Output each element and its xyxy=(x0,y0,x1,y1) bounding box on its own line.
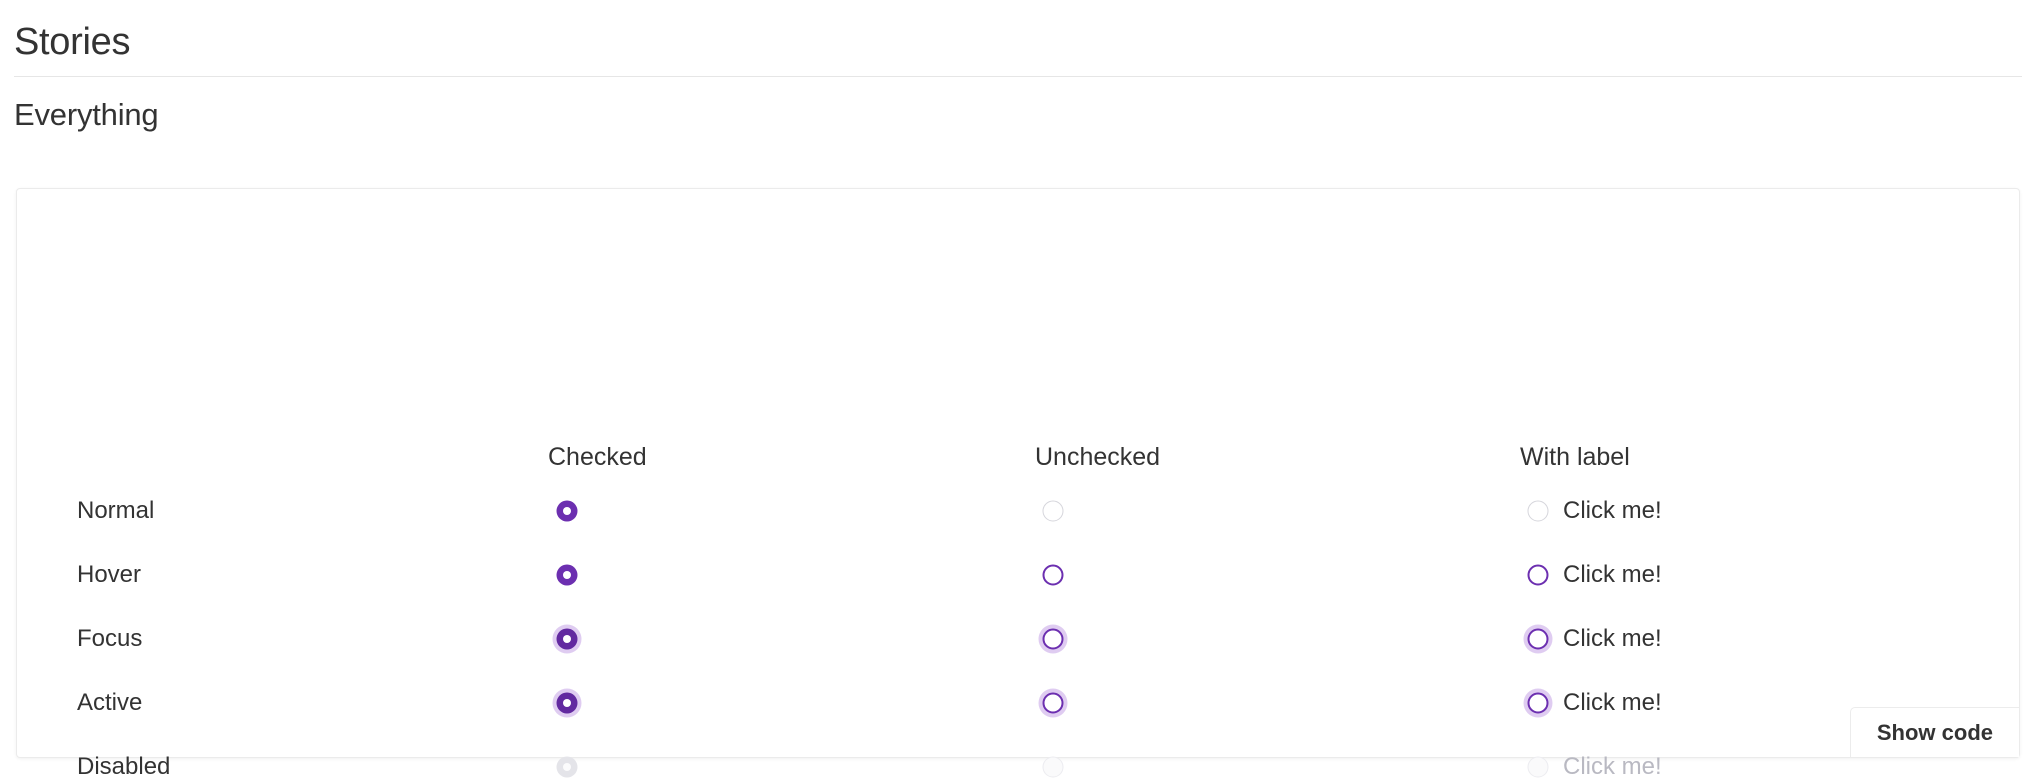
cell-focus-checked[interactable] xyxy=(552,619,582,659)
cell-active-checked[interactable] xyxy=(552,683,582,723)
column-header-checked: Checked xyxy=(548,443,647,471)
cell-normal-with-label[interactable]: Click me! xyxy=(1526,491,1662,531)
stories-page: Stories Everything Checked Unchecked Wit… xyxy=(0,0,2036,780)
radio-state-matrix: Checked Unchecked With label Normal Clic… xyxy=(17,189,2019,780)
radio-normal-checked[interactable] xyxy=(555,499,579,523)
radio-focus-checked[interactable] xyxy=(552,624,582,654)
row-label-hover: Hover xyxy=(77,561,142,588)
cell-hover-unchecked[interactable] xyxy=(1041,555,1065,595)
cell-hover-with-label[interactable]: Click me! xyxy=(1526,555,1662,595)
radio-ring xyxy=(1042,628,1064,650)
title-divider xyxy=(14,76,2022,77)
radio-dot xyxy=(563,635,571,643)
radio-ring xyxy=(1042,564,1064,586)
radio-ring xyxy=(1527,692,1549,714)
radio-dot xyxy=(563,699,571,707)
row-label-active: Active xyxy=(77,689,143,716)
row-label-disabled: Disabled xyxy=(77,753,171,780)
radio-focus-unchecked[interactable] xyxy=(1038,624,1068,654)
section-title: Everything xyxy=(14,97,159,132)
radio-hover-unchecked[interactable] xyxy=(1041,563,1065,587)
radio-disabled-unchecked xyxy=(1041,755,1065,779)
radio-normal-unchecked[interactable] xyxy=(1041,499,1065,523)
cell-active-unchecked[interactable] xyxy=(1038,683,1068,723)
cell-hover-checked[interactable] xyxy=(555,555,579,595)
radio-hover-with-label[interactable] xyxy=(1526,563,1550,587)
radio-hover-checked[interactable] xyxy=(555,563,579,587)
column-header-unchecked: Unchecked xyxy=(1035,443,1161,471)
radio-label-hover: Click me! xyxy=(1563,561,1662,588)
radio-ring xyxy=(1527,500,1549,522)
radio-ring xyxy=(1527,756,1549,778)
row-label-normal: Normal xyxy=(77,497,155,524)
radio-dot xyxy=(563,571,571,579)
row-label-focus: Focus xyxy=(77,625,143,652)
cell-focus-unchecked[interactable] xyxy=(1038,619,1068,659)
column-header-with-label: With label xyxy=(1520,443,1630,471)
cell-disabled-checked xyxy=(555,747,579,780)
cell-normal-unchecked[interactable] xyxy=(1041,491,1065,531)
cell-focus-with-label[interactable]: Click me! xyxy=(1523,619,1662,659)
cell-active-with-label[interactable]: Click me! xyxy=(1523,683,1662,723)
story-preview-card: Checked Unchecked With label Normal Clic… xyxy=(16,188,2020,780)
radio-label-focus: Click me! xyxy=(1563,625,1662,652)
page-title: Stories xyxy=(14,21,131,63)
radio-label-active: Click me! xyxy=(1563,689,1662,716)
radio-active-with-label[interactable] xyxy=(1523,688,1553,718)
cell-normal-checked[interactable] xyxy=(555,491,579,531)
radio-active-unchecked[interactable] xyxy=(1038,688,1068,718)
cell-disabled-with-label: Click me! xyxy=(1526,747,1662,780)
radio-active-checked[interactable] xyxy=(552,688,582,718)
radio-ring xyxy=(1042,756,1064,778)
radio-label-disabled: Click me! xyxy=(1563,753,1662,780)
radio-dot xyxy=(563,507,571,515)
radio-dot xyxy=(563,763,571,771)
radio-ring xyxy=(1527,628,1549,650)
radio-ring xyxy=(1042,692,1064,714)
radio-ring xyxy=(1527,564,1549,586)
radio-normal-with-label[interactable] xyxy=(1526,499,1550,523)
radio-focus-with-label[interactable] xyxy=(1523,624,1553,654)
cell-disabled-unchecked xyxy=(1041,747,1065,780)
radio-label-normal: Click me! xyxy=(1563,497,1662,524)
radio-disabled-checked xyxy=(555,755,579,779)
radio-disabled-with-label xyxy=(1526,755,1550,779)
radio-ring xyxy=(1042,500,1064,522)
show-code-button[interactable]: Show code xyxy=(1849,707,2019,757)
